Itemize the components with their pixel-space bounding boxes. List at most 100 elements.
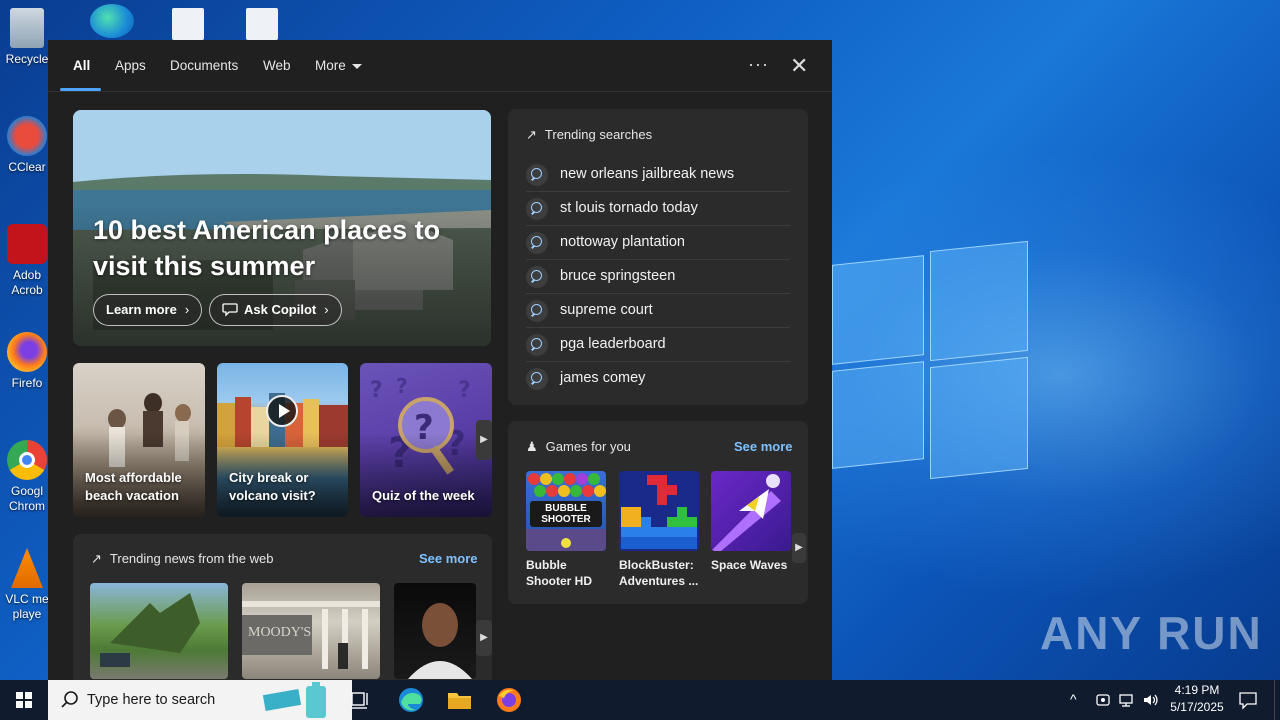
- trending-search-text: bruce springsteen: [560, 268, 676, 284]
- task-view-button[interactable]: [346, 686, 376, 714]
- blocks-image: [621, 475, 697, 549]
- meet-now-icon[interactable]: [1095, 692, 1111, 708]
- hero-card[interactable]: 10 best American places to visit this su…: [73, 110, 491, 346]
- task-view-icon: [351, 692, 368, 709]
- chrome-icon: [7, 440, 47, 480]
- games-header: ♟ Games for you: [526, 439, 631, 455]
- card-label: Most affordable beach vacation: [85, 470, 182, 503]
- search-icon: [526, 164, 548, 186]
- desktop-icon-recycle-bin[interactable]: Recycle: [4, 8, 50, 67]
- card-quiz-of-the-week[interactable]: ? ? ? ? ? ? Quiz of the week: [360, 363, 492, 517]
- search-icon: [526, 368, 548, 390]
- action-center-notification-icon[interactable]: [1238, 690, 1258, 710]
- taskbar-search-box[interactable]: Type here to search: [48, 680, 352, 720]
- tab-more-label: More: [315, 58, 346, 73]
- cards-scroll-right-button[interactable]: ▶: [476, 420, 492, 460]
- close-icon[interactable]: ✕: [790, 53, 808, 79]
- ccleaner-icon: [7, 116, 47, 156]
- show-hidden-icons-chevron-up-icon[interactable]: ^: [1070, 691, 1077, 707]
- learn-more-button[interactable]: Learn more ›: [93, 294, 203, 326]
- news-see-more-link[interactable]: See more: [419, 551, 478, 566]
- bubble-shooter-logo: BUBBLE SHOOTER: [530, 501, 602, 527]
- firefox-icon: [7, 332, 47, 372]
- news-thumb-moodys[interactable]: MOODY'S: [242, 583, 380, 679]
- search-highlight-travel-icon: [262, 682, 326, 718]
- folder-icon: [448, 693, 471, 709]
- trending-search-text: supreme court: [560, 302, 653, 318]
- desktop-icon-firefox[interactable]: Firefo: [4, 332, 50, 391]
- trending-search-item[interactable]: pga leaderboard: [526, 328, 790, 362]
- trending-search-item[interactable]: new orleans jailbreak news: [526, 158, 790, 192]
- search-icon: [61, 691, 78, 708]
- network-icon[interactable]: [1118, 692, 1136, 708]
- card-city-break[interactable]: City break or volcano visit?: [217, 363, 348, 517]
- tab-more[interactable]: More: [315, 58, 362, 73]
- desktop-icon-google-chrome[interactable]: Googl Chrom: [4, 440, 50, 514]
- desktop-icon-ccleaner[interactable]: CClear: [4, 116, 50, 175]
- rocket-image: [711, 474, 781, 551]
- vlc-icon: [11, 548, 43, 588]
- trending-search-item[interactable]: james comey: [526, 362, 790, 396]
- search-icon: [526, 198, 548, 220]
- document-icon: [172, 8, 204, 40]
- learn-more-label: Learn more: [106, 302, 177, 317]
- card-beach-vacation[interactable]: Most affordable beach vacation: [73, 363, 205, 517]
- news-thumb-person[interactable]: [394, 583, 476, 679]
- space-waves-art: [711, 471, 791, 551]
- trending-search-item[interactable]: supreme court: [526, 294, 790, 328]
- ask-copilot-button[interactable]: Ask Copilot ›: [209, 294, 342, 326]
- taskbar-firefox-button[interactable]: [494, 686, 524, 714]
- trending-search-text: new orleans jailbreak news: [560, 166, 735, 182]
- chat-bubble-icon: [222, 303, 238, 317]
- trending-arrow-icon: ↗: [91, 551, 102, 566]
- clock-time: 4:19 PM: [1174, 683, 1220, 697]
- tab-all[interactable]: All: [73, 58, 90, 73]
- news-scroll-right-button[interactable]: ▶: [476, 620, 492, 656]
- trending-news-header: ↗ Trending news from the web: [91, 551, 273, 567]
- desktop-icon-file-2[interactable]: [242, 8, 282, 44]
- show-desktop-button[interactable]: [1274, 680, 1280, 720]
- more-options-icon[interactable]: ···: [748, 54, 769, 75]
- trending-search-item[interactable]: bruce springsteen: [526, 260, 790, 294]
- blockbuster-art: [619, 471, 699, 551]
- search-icon: [526, 232, 548, 254]
- search-tabs: All Apps Documents Web More ··· ✕: [48, 40, 832, 92]
- firefox-icon: [497, 688, 521, 712]
- clock-date: 5/17/2025: [1170, 700, 1224, 714]
- hero-title[interactable]: 10 best American places to visit this su…: [93, 212, 473, 284]
- moodys-sign-text: MOODY'S: [248, 625, 312, 640]
- caret-down-icon: [351, 63, 362, 69]
- play-video-icon[interactable]: [266, 395, 298, 427]
- windows-wallpaper-logo: [832, 240, 1032, 480]
- news-thumb-storm[interactable]: [90, 583, 228, 679]
- trending-search-text: pga leaderboard: [560, 336, 666, 352]
- start-button[interactable]: [0, 680, 48, 720]
- clock[interactable]: 4:19 PM 5/17/2025: [1164, 683, 1230, 714]
- desktop-icon-edge[interactable]: [84, 4, 140, 42]
- trending-search-item[interactable]: nottoway plantation: [526, 226, 790, 260]
- game-blockbuster[interactable]: BlockBuster: Adventures ...: [619, 471, 699, 589]
- taskbar-edge-button[interactable]: [396, 686, 426, 714]
- edge-icon: [399, 688, 423, 712]
- ask-copilot-label: Ask Copilot: [244, 302, 317, 317]
- game-space-waves[interactable]: Space Waves: [711, 471, 791, 573]
- tab-documents[interactable]: Documents: [170, 58, 238, 73]
- desktop-icon-file-1[interactable]: [168, 8, 208, 44]
- games-see-more-link[interactable]: See more: [734, 439, 793, 454]
- tab-web[interactable]: Web: [263, 58, 291, 73]
- recycle-bin-icon: [10, 8, 44, 48]
- game-bubble-shooter[interactable]: BUBBLE SHOOTER Bubble Shooter HD: [526, 471, 606, 589]
- trending-search-item[interactable]: st louis tornado today: [526, 192, 790, 226]
- search-panel: All Apps Documents Web More ··· ✕ 10 bes…: [48, 40, 832, 680]
- desktop-icon-adobe-acrobat[interactable]: Adob Acrob: [4, 224, 50, 298]
- tab-apps[interactable]: Apps: [115, 58, 146, 73]
- volume-icon[interactable]: [1142, 692, 1160, 708]
- taskbar: Type here to search ^ 4:19 PM 5/17/2025: [0, 680, 1280, 720]
- trending-news-title: Trending news from the web: [109, 551, 274, 566]
- games-scroll-right-button[interactable]: ▶: [792, 533, 806, 563]
- desktop-icon-vlc[interactable]: VLC me playe: [4, 548, 50, 622]
- search-icon: [526, 266, 548, 288]
- chevron-right-icon: ›: [324, 302, 329, 317]
- trending-search-text: nottoway plantation: [560, 234, 685, 250]
- taskbar-file-explorer-button[interactable]: [444, 686, 474, 714]
